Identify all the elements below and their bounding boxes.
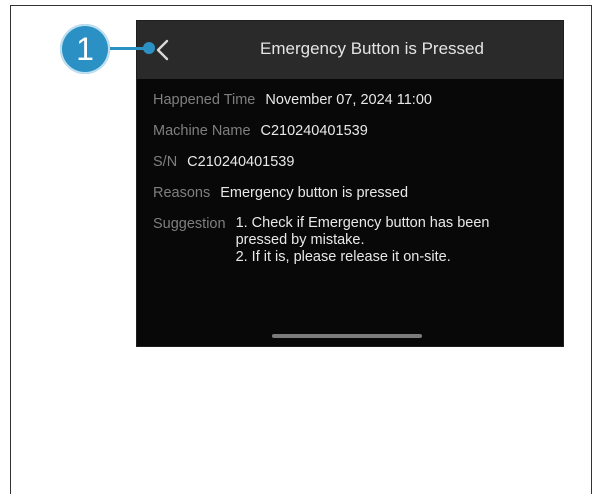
suggestion-label: Suggestion [153,216,226,232]
happened-time-label: Happened Time [153,92,256,108]
reasons-label: Reasons [153,185,211,201]
suggestion-line-1: 1. Check if Emergency button has been [235,215,490,231]
callout-pointer-dot [143,42,155,54]
suggestion-value: 1. Check if Emergency button has been pr… [236,215,490,266]
reasons-value: Emergency button is pressed [220,185,409,201]
detail-row-suggestion: Suggestion 1. Check if Emergency button … [153,215,545,266]
machine-name-value: C210240401539 [260,123,368,139]
detail-row-reasons: Reasons Emergency button is pressed [153,184,545,203]
frame-top-border [10,5,592,6]
serial-number-value: C210240401539 [187,154,295,170]
callout-leader-line [108,47,148,50]
alarm-detail-screen: Emergency Button is Pressed Happened Tim… [136,20,564,347]
frame-right-border [591,5,592,494]
screen-header: Emergency Button is Pressed [137,21,563,79]
detail-row-happened-time: Happened Time November 07, 2024 11:00 [153,91,545,110]
home-indicator-bar [272,334,422,338]
happened-time-value: November 07, 2024 11:00 [265,92,432,108]
detail-row-machine-name: Machine Name C210240401539 [153,122,545,141]
callout-marker: 1 [60,24,110,74]
frame-left-border [10,5,11,494]
detail-row-serial-number: S/N C210240401539 [153,153,545,172]
machine-name-label: Machine Name [153,123,251,139]
page-title: Emergency Button is Pressed [260,39,484,58]
suggestion-line-2: pressed by mistake. [235,232,365,248]
serial-number-label: S/N [153,154,178,170]
suggestion-line-3: 2. If it is, please release it on-site. [235,249,451,265]
alarm-details: Happened Time November 07, 2024 11:00 Ma… [153,91,545,278]
